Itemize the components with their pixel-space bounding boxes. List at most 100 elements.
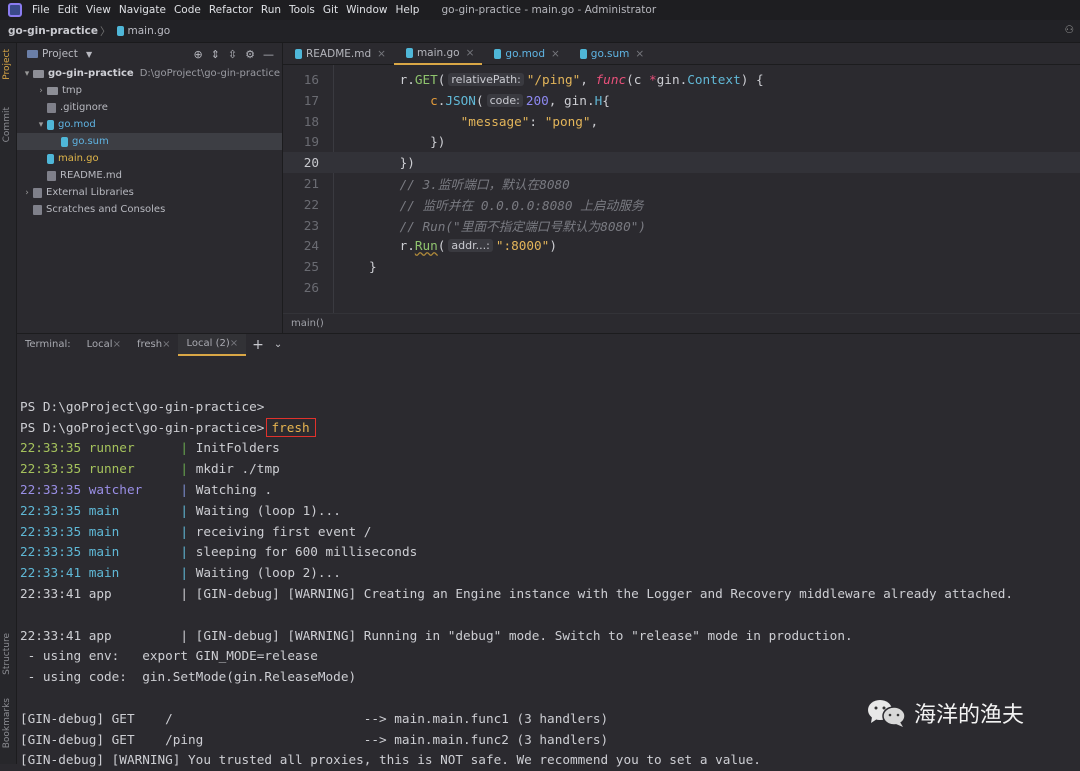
menu-item-window[interactable]: Window <box>346 4 387 16</box>
chevron-right-icon[interactable]: › <box>21 188 33 198</box>
gear-icon[interactable]: ⚙ <box>245 48 263 61</box>
editor-breadcrumb[interactable]: main() <box>283 313 1080 333</box>
close-icon[interactable]: × <box>113 339 121 350</box>
menu-item-code[interactable]: Code <box>174 4 201 16</box>
terminal-line: 22:33:35 watcher | Watching . <box>17 480 1080 501</box>
line-number: 17 <box>303 92 319 108</box>
new-tab-plus-icon[interactable]: + <box>252 337 264 353</box>
chevron-down-icon[interactable]: ▾ <box>21 69 33 79</box>
code-line: 19 }) <box>283 131 1080 152</box>
code-token: c <box>430 92 438 108</box>
close-icon[interactable]: × <box>377 48 386 60</box>
code-token: r <box>399 72 408 87</box>
tab-main-go[interactable]: main.go × <box>393 43 483 65</box>
commit-tool-button[interactable]: Commit <box>2 107 12 142</box>
project-view-selector[interactable]: Project <box>42 48 78 60</box>
terminal-tab-local-2-[interactable]: Local (2) × <box>178 333 247 356</box>
code-token: "/ping" <box>526 72 581 87</box>
menu-item-git[interactable]: Git <box>323 4 338 16</box>
terminal-tab-local[interactable]: Local × <box>79 334 129 356</box>
tree-item[interactable]: .gitignore <box>17 99 282 116</box>
terminal-text: 22:33:35 main <box>20 523 181 539</box>
menu-item-run[interactable]: Run <box>261 4 281 16</box>
terminal-line: PS D:\goProject\go-gin-practice> fresh <box>17 417 1080 439</box>
code-token: // 3.监听端口，默认在8080 <box>399 177 570 192</box>
close-icon[interactable]: × <box>162 339 170 350</box>
menu-item-navigate[interactable]: Navigate <box>119 4 166 16</box>
close-icon[interactable]: × <box>230 338 238 349</box>
close-icon[interactable]: × <box>635 48 644 60</box>
code-token: "message" <box>460 113 530 129</box>
code-token: ":8000" <box>495 238 550 254</box>
line-number: 19 <box>303 134 319 150</box>
terminal-text: | <box>180 502 196 518</box>
code-line: 17 c. JSON(code: 200, gin. H{ <box>283 90 1080 111</box>
line-number: 16 <box>303 72 319 87</box>
code-token: (c <box>626 72 650 87</box>
code-line: 26 <box>283 277 1080 298</box>
minimize-icon[interactable]: — <box>263 48 282 61</box>
close-icon[interactable]: × <box>466 47 475 59</box>
tree-item[interactable]: ▾ go-gin-practice D:\goProject\go-gin-prac… <box>17 65 282 82</box>
breadcrumb: go-gin-practice 〉 main.go ⚇ <box>0 20 1080 43</box>
breadcrumb-file[interactable]: main.go <box>128 25 171 37</box>
tree-item[interactable]: › tmp <box>17 82 282 99</box>
wechat-icon <box>868 700 906 727</box>
terminal-label: Terminal: <box>25 339 71 350</box>
menu-item-tools[interactable]: Tools <box>289 4 315 16</box>
code-token: r. <box>399 238 415 254</box>
code-editor[interactable]: 16 r. GET(relativePath: "/ping", func (c * g… <box>283 65 1080 313</box>
expand-all-icon[interactable]: ⇕ <box>211 48 228 61</box>
tree-item[interactable]: go.sum <box>17 133 282 150</box>
collapse-all-icon[interactable]: ⇳ <box>228 48 245 61</box>
line-number: 25 <box>303 259 319 275</box>
markdown-file-icon <box>295 49 302 59</box>
terminal-line: 22:33:35 runner | InitFolders <box>17 438 1080 459</box>
terminal-text: | <box>180 481 196 497</box>
menu-item-refactor[interactable]: Refactor <box>209 4 253 16</box>
bookmarks-tool-button[interactable]: Bookmarks <box>2 698 12 748</box>
tree-item[interactable]: ▾ go.mod <box>17 116 282 133</box>
menu-item-help[interactable]: Help <box>395 4 419 16</box>
code-line: 18 "message": "pong", <box>283 111 1080 132</box>
tab-go-sum[interactable]: go.sum × <box>568 43 652 65</box>
chevron-down-icon[interactable]: ⌄ <box>274 339 282 350</box>
go-file-icon <box>116 26 124 36</box>
chevron-down-icon[interactable]: ▼ <box>86 50 92 59</box>
terminal-line: [GIN-debug] [WARNING] You trusted all pr… <box>17 750 1080 771</box>
code-line: 24 r. Run(addr...: ":8000") <box>283 235 1080 256</box>
line-number: 26 <box>303 280 319 295</box>
terminal-text: Waiting (loop 2)... <box>195 565 341 581</box>
code-token: , <box>580 72 596 87</box>
tab-go-mod[interactable]: go.mod × <box>482 43 567 65</box>
lib-icon <box>33 187 42 198</box>
chevron-down-icon[interactable]: ▾ <box>35 120 47 130</box>
terminal-text: 22:33:41 app | [GIN-debug] [WARNING] Run… <box>20 627 853 643</box>
tree-item[interactable]: › External Libraries <box>17 184 282 201</box>
code-token: JSON <box>445 92 476 108</box>
editor-tabs: README.md × main.go × go.mod × go.sum × <box>283 43 1080 65</box>
tree-item[interactable]: README.md <box>17 167 282 184</box>
code-token: , <box>590 113 599 129</box>
menu-item-view[interactable]: View <box>86 4 111 16</box>
terminal-text: 22:33:35 main <box>20 544 181 560</box>
menu-item-edit[interactable]: Edit <box>58 4 78 16</box>
structure-tool-button[interactable]: Structure <box>2 633 12 675</box>
code-line: 22 // 监听并在 0.0.0.0:8080 上启动服务 <box>283 194 1080 215</box>
close-icon[interactable]: × <box>551 48 560 60</box>
terminal-tab-label: fresh <box>136 339 163 350</box>
locate-icon[interactable]: ⊕ <box>193 48 210 61</box>
terminal-text: InitFolders <box>195 440 280 456</box>
line-number: 20 <box>303 155 319 171</box>
tab-readme-md[interactable]: README.md × <box>283 43 394 65</box>
user-icon[interactable]: ⚇ <box>1065 24 1074 36</box>
breadcrumb-project[interactable]: go-gin-practice <box>8 25 98 37</box>
code-token: * <box>649 72 657 87</box>
chevron-right-icon[interactable]: › <box>35 86 47 96</box>
project-tool-button[interactable]: Project <box>2 49 12 80</box>
menu-item-file[interactable]: File <box>32 4 50 16</box>
tree-item[interactable]: Scratches and Consoles <box>17 201 282 218</box>
terminal-tab-fresh[interactable]: fresh × <box>129 334 179 356</box>
tree-item[interactable]: main.go <box>17 150 282 167</box>
terminal-text: 22:33:35 main <box>20 502 181 518</box>
